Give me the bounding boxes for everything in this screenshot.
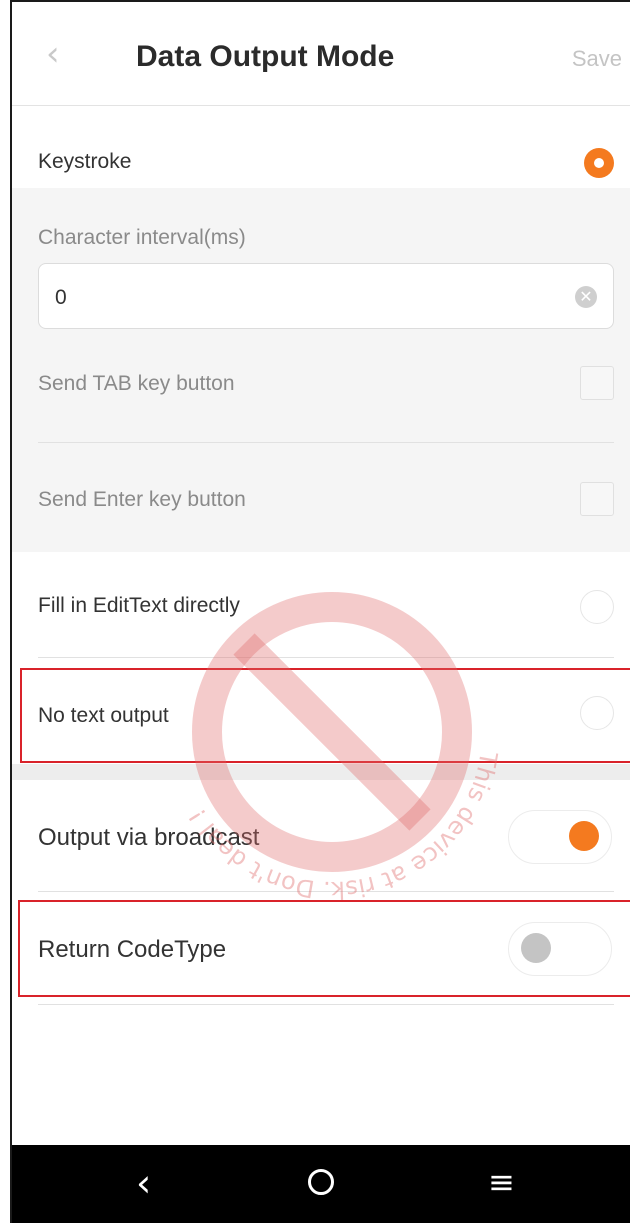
- divider: [38, 891, 614, 892]
- divider: [38, 657, 614, 658]
- page-title: Data Output Mode: [136, 40, 395, 73]
- system-navbar: ‹ ≡: [12, 1145, 630, 1223]
- char-interval-value: 0: [55, 286, 67, 309]
- menu-icon[interactable]: ≡: [488, 1163, 515, 1201]
- divider: [38, 1004, 614, 1005]
- send-tab-checkbox[interactable]: [580, 366, 614, 400]
- char-interval-label: Character interval(ms): [38, 226, 246, 249]
- phone-screen: ‹ Data Output Mode Save Keystroke Charac…: [10, 0, 630, 1223]
- keystroke-label: Keystroke: [38, 150, 132, 173]
- clear-icon[interactable]: ✕: [575, 286, 597, 308]
- fill-edittext-label: Fill in EditText directly: [38, 594, 240, 617]
- send-enter-label: Send Enter key button: [38, 488, 246, 511]
- broadcast-label: Output via broadcast: [38, 824, 260, 851]
- chevron-left-icon[interactable]: ‹: [46, 34, 60, 74]
- keystroke-settings: Character interval(ms) 0 ✕ Send TAB key …: [12, 188, 630, 552]
- highlight-box: [20, 668, 630, 763]
- app-header: ‹ Data Output Mode Save: [12, 2, 630, 106]
- fill-edittext-radio[interactable]: [580, 590, 614, 624]
- home-icon[interactable]: [308, 1169, 334, 1195]
- highlight-box: [18, 900, 630, 997]
- keystroke-radio[interactable]: [584, 148, 614, 178]
- send-enter-checkbox[interactable]: [580, 482, 614, 516]
- divider: [38, 442, 614, 443]
- back-icon[interactable]: ‹: [136, 1161, 151, 1205]
- save-button[interactable]: Save: [572, 46, 622, 72]
- keystroke-option[interactable]: Keystroke: [12, 106, 630, 188]
- section-separator: [12, 764, 630, 780]
- toggle-knob: [569, 821, 599, 851]
- char-interval-input[interactable]: 0 ✕: [38, 263, 614, 329]
- send-tab-label: Send TAB key button: [38, 372, 235, 395]
- broadcast-toggle[interactable]: [508, 810, 612, 864]
